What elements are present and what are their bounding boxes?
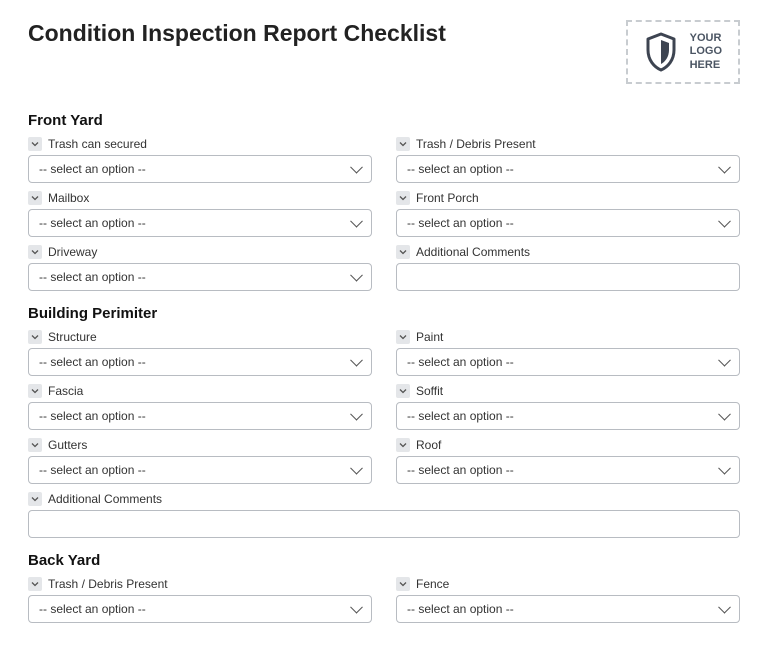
select-mailbox[interactable]: -- select an option -- bbox=[28, 209, 372, 237]
chevron-down-icon bbox=[28, 245, 42, 259]
select-fascia[interactable]: -- select an option -- bbox=[28, 402, 372, 430]
chevron-down-icon bbox=[28, 438, 42, 452]
select-value: -- select an option -- bbox=[39, 270, 146, 284]
section-building-perimeter: Building Perimiter Structure -- select a… bbox=[28, 305, 740, 538]
select-value: -- select an option -- bbox=[39, 409, 146, 423]
chevron-down-icon bbox=[396, 137, 410, 151]
select-paint[interactable]: -- select an option -- bbox=[396, 348, 740, 376]
chevron-down-icon bbox=[28, 384, 42, 398]
select-value: -- select an option -- bbox=[407, 463, 514, 477]
chevron-down-icon bbox=[396, 384, 410, 398]
section-title-front-yard: Front Yard bbox=[28, 112, 740, 129]
select-value: -- select an option -- bbox=[39, 162, 146, 176]
logo-line-3: HERE bbox=[690, 59, 722, 72]
select-value: -- select an option -- bbox=[407, 409, 514, 423]
label-trash-can-secured[interactable]: Trash can secured bbox=[28, 137, 372, 151]
select-driveway[interactable]: -- select an option -- bbox=[28, 263, 372, 291]
label-text: Additional Comments bbox=[416, 245, 530, 259]
chevron-down-icon bbox=[396, 330, 410, 344]
label-structure[interactable]: Structure bbox=[28, 330, 372, 344]
chevron-down-icon bbox=[28, 577, 42, 591]
chevron-down-icon bbox=[28, 191, 42, 205]
select-value: -- select an option -- bbox=[407, 162, 514, 176]
select-roof[interactable]: -- select an option -- bbox=[396, 456, 740, 484]
logo-text: YOUR LOGO HERE bbox=[690, 32, 722, 72]
chevron-down-icon bbox=[396, 577, 410, 591]
section-front-yard: Front Yard Trash can secured -- select a… bbox=[28, 112, 740, 291]
label-fascia[interactable]: Fascia bbox=[28, 384, 372, 398]
chevron-down-icon bbox=[28, 137, 42, 151]
label-text: Mailbox bbox=[48, 191, 89, 205]
label-text: Gutters bbox=[48, 438, 87, 452]
select-value: -- select an option -- bbox=[407, 216, 514, 230]
section-title-back-yard: Back Yard bbox=[28, 552, 740, 569]
section-back-yard: Back Yard Trash / Debris Present -- sele… bbox=[28, 552, 740, 623]
label-text: Structure bbox=[48, 330, 97, 344]
select-gutters[interactable]: -- select an option -- bbox=[28, 456, 372, 484]
label-driveway[interactable]: Driveway bbox=[28, 245, 372, 259]
select-structure[interactable]: -- select an option -- bbox=[28, 348, 372, 376]
label-text: Fence bbox=[416, 577, 449, 591]
select-fence[interactable]: -- select an option -- bbox=[396, 595, 740, 623]
chevron-down-icon bbox=[396, 245, 410, 259]
input-additional-comments-perimeter[interactable] bbox=[28, 510, 740, 538]
select-value: -- select an option -- bbox=[39, 602, 146, 616]
label-paint[interactable]: Paint bbox=[396, 330, 740, 344]
select-trash-debris-front[interactable]: -- select an option -- bbox=[396, 155, 740, 183]
select-value: -- select an option -- bbox=[407, 355, 514, 369]
page-title: Condition Inspection Report Checklist bbox=[28, 20, 446, 47]
chevron-down-icon bbox=[28, 492, 42, 506]
label-additional-comments-perimeter[interactable]: Additional Comments bbox=[28, 492, 740, 506]
select-value: -- select an option -- bbox=[39, 216, 146, 230]
logo-line-1: YOUR bbox=[690, 32, 722, 45]
chevron-down-icon bbox=[396, 191, 410, 205]
chevron-down-icon bbox=[28, 330, 42, 344]
select-trash-debris-back[interactable]: -- select an option -- bbox=[28, 595, 372, 623]
label-additional-comments-front[interactable]: Additional Comments bbox=[396, 245, 740, 259]
select-trash-can-secured[interactable]: -- select an option -- bbox=[28, 155, 372, 183]
label-text: Front Porch bbox=[416, 191, 479, 205]
label-text: Trash / Debris Present bbox=[48, 577, 168, 591]
select-value: -- select an option -- bbox=[39, 463, 146, 477]
logo-line-2: LOGO bbox=[690, 45, 722, 58]
label-soffit[interactable]: Soffit bbox=[396, 384, 740, 398]
label-text: Driveway bbox=[48, 245, 97, 259]
label-text: Additional Comments bbox=[48, 492, 162, 506]
label-text: Paint bbox=[416, 330, 443, 344]
shield-icon bbox=[644, 32, 678, 72]
input-additional-comments-front[interactable] bbox=[396, 263, 740, 291]
label-text: Fascia bbox=[48, 384, 83, 398]
select-front-porch[interactable]: -- select an option -- bbox=[396, 209, 740, 237]
label-text: Trash can secured bbox=[48, 137, 147, 151]
label-text: Roof bbox=[416, 438, 441, 452]
label-roof[interactable]: Roof bbox=[396, 438, 740, 452]
label-mailbox[interactable]: Mailbox bbox=[28, 191, 372, 205]
select-value: -- select an option -- bbox=[407, 602, 514, 616]
label-text: Trash / Debris Present bbox=[416, 137, 536, 151]
label-gutters[interactable]: Gutters bbox=[28, 438, 372, 452]
label-front-porch[interactable]: Front Porch bbox=[396, 191, 740, 205]
section-title-building-perimeter: Building Perimiter bbox=[28, 305, 740, 322]
select-soffit[interactable]: -- select an option -- bbox=[396, 402, 740, 430]
label-trash-debris-front[interactable]: Trash / Debris Present bbox=[396, 137, 740, 151]
label-text: Soffit bbox=[416, 384, 443, 398]
logo-placeholder: YOUR LOGO HERE bbox=[626, 20, 740, 84]
select-value: -- select an option -- bbox=[39, 355, 146, 369]
chevron-down-icon bbox=[396, 438, 410, 452]
label-fence[interactable]: Fence bbox=[396, 577, 740, 591]
label-trash-debris-back[interactable]: Trash / Debris Present bbox=[28, 577, 372, 591]
